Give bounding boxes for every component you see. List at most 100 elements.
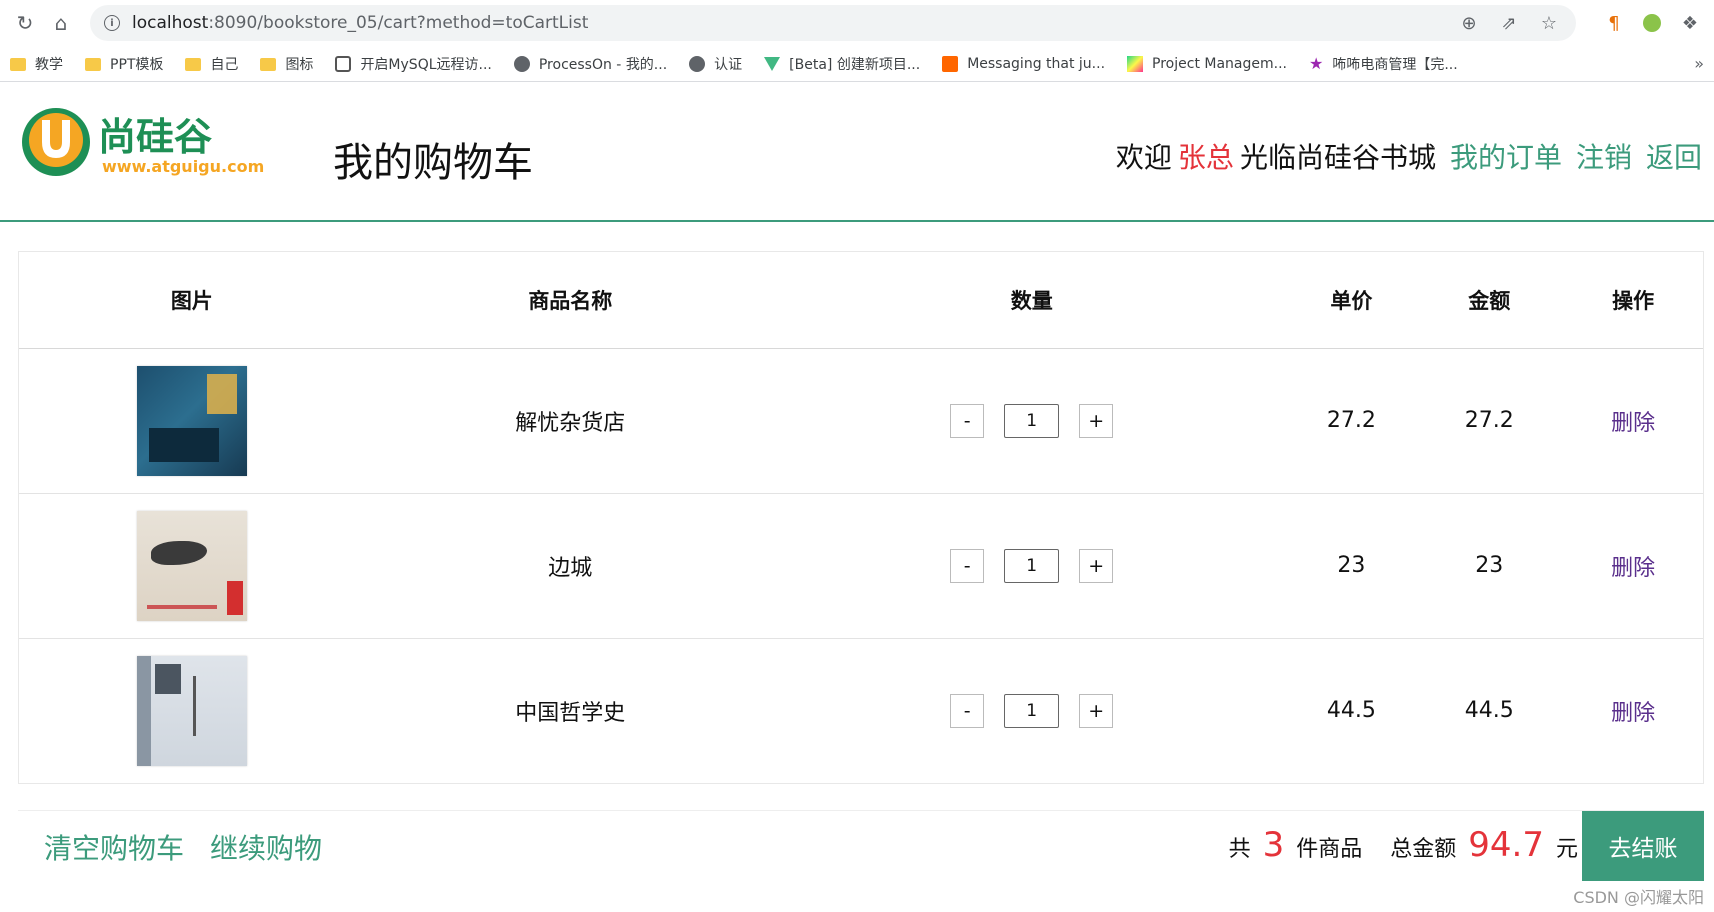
total-amount: 94.7 <box>1468 825 1544 865</box>
logo-url: www.atguigu.com <box>102 157 264 176</box>
bookmark-item[interactable]: 教学 <box>10 54 63 74</box>
book-cover-image <box>136 655 247 766</box>
rabbitmq-icon <box>942 55 959 72</box>
page-header: 尚硅谷 www.atguigu.com 我的购物车 欢迎 张总 光临尚硅谷书城 … <box>0 82 1714 222</box>
folder-icon <box>10 58 26 71</box>
product-name: 中国哲学史 <box>515 700 626 726</box>
bookmarks-more-icon[interactable]: » <box>1694 54 1704 73</box>
column-header-action: 操作 <box>1563 252 1703 349</box>
welcome-bar: 欢迎 张总 光临尚硅谷书城 我的订单 注销 返回 <box>1116 136 1702 176</box>
info-icon[interactable]: i <box>104 15 120 31</box>
watermark: CSDN @闪耀太阳 <box>1573 888 1704 907</box>
decrease-button[interactable]: - <box>950 403 985 438</box>
page-title: 我的购物车 <box>333 140 533 186</box>
bookmark-item[interactable]: 图标 <box>260 54 313 74</box>
column-header-price: 单价 <box>1287 252 1416 349</box>
increase-button[interactable]: + <box>1079 403 1114 438</box>
column-header-name: 商品名称 <box>364 252 776 349</box>
delete-link[interactable]: 删除 <box>1611 701 1655 726</box>
bookmark-item[interactable]: 自己 <box>185 54 238 74</box>
globe-icon <box>689 55 706 72</box>
bookmark-item[interactable]: 认证 <box>689 54 742 74</box>
back-link[interactable]: 返回 <box>1646 136 1702 176</box>
item-count: 3 <box>1262 825 1285 865</box>
jetbrains-icon <box>1127 55 1144 72</box>
quantity-input[interactable] <box>1004 548 1060 583</box>
reload-icon[interactable]: ↻ <box>10 8 40 38</box>
quantity-stepper: -+ <box>950 403 1114 438</box>
increase-button[interactable]: + <box>1079 548 1114 583</box>
bookmark-item[interactable]: Messaging that ju... <box>942 55 1105 72</box>
decrease-button[interactable]: - <box>950 693 985 728</box>
total-label: 总金额 <box>1390 837 1457 862</box>
cart-table: 图片 商品名称 数量 单价 金额 操作 解忧杂货店 -+ 27.2 27.2 删… <box>19 252 1703 783</box>
column-header-quantity: 数量 <box>776 252 1288 349</box>
logo: 尚硅谷 www.atguigu.com <box>20 106 290 178</box>
address-bar[interactable]: i localhost:8090/bookstore_05/cart?metho… <box>90 5 1576 41</box>
column-header-amount: 金额 <box>1415 252 1564 349</box>
checkout-button[interactable]: 去结账 <box>1582 811 1704 881</box>
line-amount: 44.5 <box>1464 698 1514 724</box>
line-amount: 27.2 <box>1415 348 1564 494</box>
cart-footer: 清空购物车 继续购物 共 3 件商品 总金额 94.7 元 去结账 <box>18 810 1704 881</box>
increase-button[interactable]: + <box>1079 693 1114 728</box>
line-amount: 23 <box>1415 493 1564 639</box>
bookmark-item[interactable]: PPT模板 <box>85 54 163 74</box>
zoom-icon[interactable]: ⊕ <box>1456 10 1482 36</box>
decrease-button[interactable]: - <box>950 548 985 583</box>
extensions-puzzle-icon[interactable]: ❖ <box>1676 9 1704 37</box>
my-orders-link[interactable]: 我的订单 <box>1450 136 1562 176</box>
currency-label: 元 <box>1555 837 1578 862</box>
paragraph-extension-icon[interactable]: ¶ <box>1600 9 1628 37</box>
product-name: 边城 <box>364 493 776 639</box>
bookmark-item[interactable]: ProcessOn - 我的... <box>513 54 667 74</box>
welcome-suffix: 光临尚硅谷书城 <box>1239 141 1436 174</box>
delete-link[interactable]: 删除 <box>1611 411 1655 436</box>
delete-link[interactable]: 删除 <box>1611 556 1655 581</box>
globe-icon <box>513 55 530 72</box>
bookmark-item[interactable]: ★ 咘咘电商管理【完... <box>1309 54 1458 74</box>
star-icon: ★ <box>1308 53 1324 73</box>
share-icon[interactable]: ⇗ <box>1496 10 1522 36</box>
bookmark-item[interactable]: [Beta] 创建新项目... <box>764 54 920 74</box>
product-name: 解忧杂货店 <box>364 348 776 494</box>
table-row: 中国哲学史 -+ 44.5 44.5 删除 <box>19 638 1703 783</box>
count-suffix: 件商品 <box>1296 837 1363 862</box>
folder-icon <box>85 58 101 71</box>
url-text[interactable]: localhost:8090/bookstore_05/cart?method=… <box>132 13 1442 33</box>
cart-summary: 共 3 件商品 总金额 94.7 元 <box>1229 825 1578 865</box>
username: 张总 <box>1177 141 1234 174</box>
extension-green-icon[interactable] <box>1638 9 1666 37</box>
browser-toolbar: ↻ ⌂ i localhost:8090/bookstore_05/cart?m… <box>0 0 1714 46</box>
folder-icon <box>260 58 277 71</box>
vue-icon <box>764 56 781 71</box>
logo-text: 尚硅谷 <box>98 115 212 159</box>
home-icon[interactable]: ⌂ <box>46 8 76 38</box>
unit-price: 44.5 <box>1326 698 1376 724</box>
quantity-input[interactable] <box>1004 403 1060 438</box>
site-icon <box>335 55 352 72</box>
book-cover-image <box>136 510 247 621</box>
continue-shopping-link[interactable]: 继续购物 <box>210 827 322 867</box>
bookmarks-bar: 教学 PPT模板 自己 图标 开启MySQL远程访... ProcessOn -… <box>0 46 1714 82</box>
count-prefix: 共 <box>1228 837 1251 862</box>
clear-cart-link[interactable]: 清空购物车 <box>44 827 184 867</box>
table-header-row: 图片 商品名称 数量 单价 金额 操作 <box>19 252 1703 349</box>
book-cover-image <box>136 365 247 476</box>
folder-icon <box>185 58 202 71</box>
star-bookmark-icon[interactable]: ☆ <box>1536 10 1562 36</box>
unit-price: 23 <box>1287 493 1416 639</box>
quantity-stepper: -+ <box>950 693 1114 728</box>
bookmark-item[interactable]: 开启MySQL远程访... <box>335 54 492 74</box>
table-row: 解忧杂货店 -+ 27.2 27.2 删除 <box>19 348 1703 494</box>
logout-link[interactable]: 注销 <box>1576 136 1632 176</box>
welcome-prefix: 欢迎 <box>1115 141 1172 174</box>
logo-graphic: 尚硅谷 www.atguigu.com <box>22 108 264 176</box>
cart-panel: 图片 商品名称 数量 单价 金额 操作 解忧杂货店 -+ 27.2 27.2 删… <box>18 251 1704 784</box>
bookmark-item[interactable]: Project Managem... <box>1127 55 1287 72</box>
table-row: 边城 -+ 23 23 删除 <box>19 493 1703 639</box>
column-header-image: 图片 <box>19 252 365 349</box>
quantity-input[interactable] <box>1004 693 1060 728</box>
quantity-stepper: -+ <box>950 548 1114 583</box>
unit-price: 27.2 <box>1287 348 1416 494</box>
